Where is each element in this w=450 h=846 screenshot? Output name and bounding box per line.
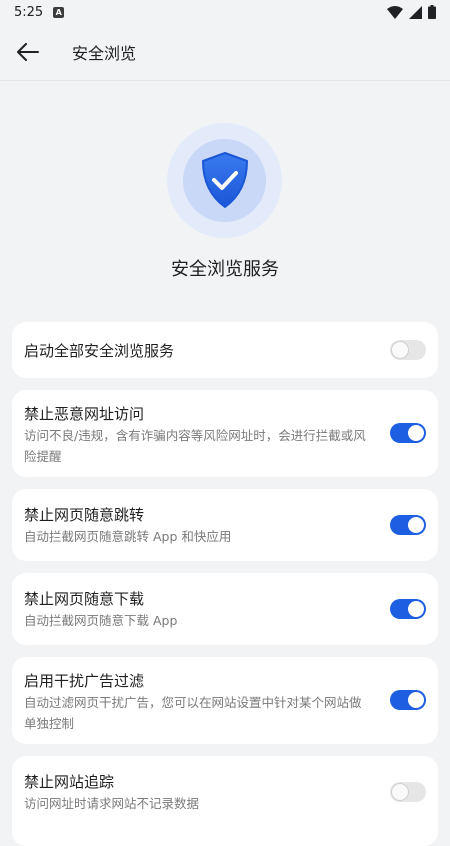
- toggle-block-malicious-urls[interactable]: [390, 423, 426, 443]
- setting-card-block-malicious-urls[interactable]: 禁止恶意网址访问 访问不良/违规，含有诈骗内容等风险网址时，会进行拦截或风险提醒: [12, 390, 438, 477]
- toggle-block-redirects[interactable]: [390, 515, 426, 535]
- setting-title: 禁止网页随意跳转: [24, 506, 145, 524]
- hero-section: 安全浏览服务: [0, 120, 450, 290]
- shield-check-icon: [202, 152, 248, 208]
- setting-card-do-not-track[interactable]: 禁止网站追踪 访问网址时请求网站不记录数据: [12, 756, 438, 846]
- back-arrow-icon: [17, 43, 39, 61]
- setting-title: 禁止网站追踪: [24, 773, 115, 791]
- setting-description: 自动拦截网页随意下载 App: [24, 613, 178, 628]
- setting-title: 启动全部安全浏览服务: [24, 342, 175, 360]
- toggle-knob: [408, 692, 424, 708]
- setting-card-block-downloads[interactable]: 禁止网页随意下载 自动拦截网页随意下载 App: [12, 573, 438, 645]
- setting-title: 启用干扰广告过滤: [24, 672, 145, 690]
- status-time: 5:25: [14, 4, 44, 20]
- toggle-knob: [392, 784, 408, 800]
- setting-title: 禁止网页随意下载: [24, 590, 145, 608]
- toggle-knob: [392, 342, 408, 358]
- toggle-all-services[interactable]: [390, 340, 426, 360]
- setting-description: 访问网址时请求网站不记录数据: [24, 796, 200, 811]
- toggle-ad-filter[interactable]: [390, 690, 426, 710]
- page-title: 安全浏览: [72, 44, 137, 63]
- app-bar: 安全浏览: [0, 24, 450, 81]
- signal-icon: [409, 5, 422, 19]
- setting-title: 禁止恶意网址访问: [24, 405, 145, 423]
- toggle-do-not-track[interactable]: [390, 782, 426, 802]
- setting-description: 自动过滤网页干扰广告，您可以在网站设置中针对某个网站做单独控制: [24, 695, 362, 731]
- back-button[interactable]: [0, 24, 56, 80]
- toggle-block-downloads[interactable]: [390, 599, 426, 619]
- setting-card-ad-filter[interactable]: 启用干扰广告过滤 自动过滤网页干扰广告，您可以在网站设置中针对某个网站做单独控制: [12, 657, 438, 744]
- status-bar: 5:25 A: [0, 0, 450, 24]
- notification-icon: A: [53, 6, 65, 18]
- wifi-icon: [387, 5, 403, 19]
- toggle-knob: [408, 601, 424, 617]
- setting-description: 自动拦截网页随意跳转 App 和快应用: [24, 529, 232, 544]
- setting-card-block-redirects[interactable]: 禁止网页随意跳转 自动拦截网页随意跳转 App 和快应用: [12, 489, 438, 561]
- setting-card-all-services[interactable]: 启动全部安全浏览服务: [12, 322, 438, 378]
- setting-description: 访问不良/违规，含有诈骗内容等风险网址时，会进行拦截或风险提醒: [24, 428, 366, 464]
- toggle-knob: [408, 425, 424, 441]
- service-title: 安全浏览服务: [171, 259, 279, 280]
- toggle-knob: [408, 517, 424, 533]
- battery-icon: [428, 5, 436, 19]
